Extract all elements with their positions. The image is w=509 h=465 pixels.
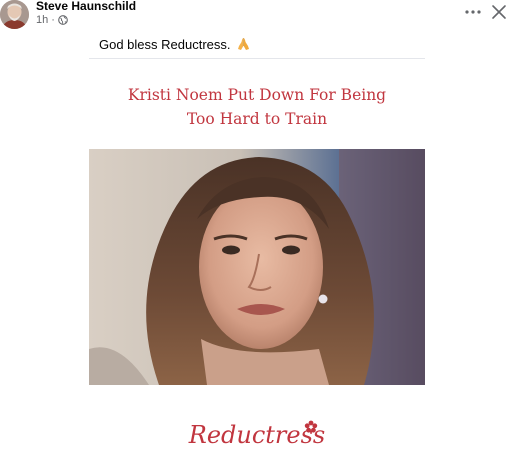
post-meta: 1h · [36, 14, 68, 26]
close-icon [489, 5, 509, 26]
article-card[interactable]: Kristi Noem Put Down For Being Too Hard … [89, 58, 425, 465]
more-options-button[interactable] [461, 2, 485, 22]
more-icon [461, 9, 485, 26]
reductress-logo[interactable]: Reductress [89, 409, 425, 459]
avatar[interactable] [0, 0, 29, 29]
author-name[interactable]: Steve Haunschild [36, 0, 136, 13]
post-text: God bless Reductress. [99, 37, 251, 54]
article-headline[interactable]: Kristi Noem Put Down For Being Too Hard … [89, 83, 425, 131]
article-photo[interactable] [89, 149, 425, 385]
logo-text: Reductress [188, 421, 326, 449]
close-button[interactable] [489, 2, 509, 22]
post-time[interactable]: 1h [36, 14, 48, 26]
headline-line-1: Kristi Noem Put Down For Being [127, 86, 387, 104]
post-header: Steve Haunschild 1h · [0, 0, 509, 30]
post-message: God bless Reductress. [99, 37, 231, 52]
praying-hands-icon [236, 37, 251, 54]
headline-line-2: Too Hard to Train [186, 110, 328, 128]
globe-icon [58, 15, 68, 25]
meta-separator: · [51, 14, 55, 26]
